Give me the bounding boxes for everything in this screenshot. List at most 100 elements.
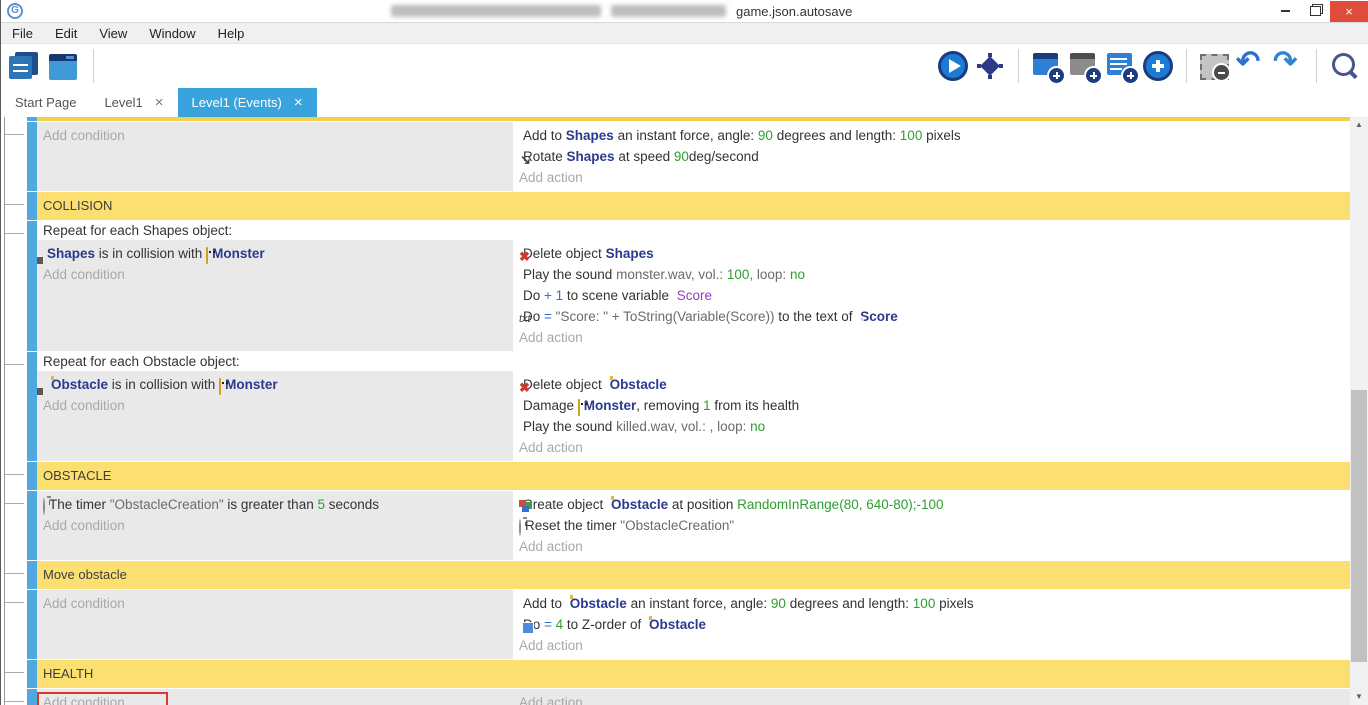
event-handle[interactable] [27,221,37,351]
scrollbar-thumb[interactable] [1351,390,1367,662]
gdevelop-logo-icon: G [7,3,23,19]
action-line[interactable]: Damage Monster, removing 1 from its heal… [513,395,1351,416]
add-action-button[interactable]: Add action [513,536,1351,557]
event-handle[interactable] [27,122,37,191]
event-row: Repeat for each Shapes object: Shapes is … [1,221,1351,351]
redo-icon[interactable] [1273,51,1303,81]
group-handle[interactable] [27,192,37,220]
foreach-header[interactable]: Repeat for each Shapes object: [37,221,1351,240]
remove-frame-icon[interactable] [1200,54,1229,80]
event-body: Obstacle is in collision with MonsterAdd… [37,371,1351,461]
menu-file[interactable]: File [1,26,44,41]
scene-editor-icon[interactable] [49,54,77,80]
close-button[interactable]: × [1330,1,1368,22]
event-block: Repeat for each Shapes object: Shapes is … [37,221,1351,351]
event-row: Repeat for each Obstacle object:Obstacle… [1,352,1351,461]
add-event-icon[interactable] [1032,51,1062,81]
action-line[interactable]: Do + 1 to scene variable Score [513,285,1351,306]
action-line[interactable]: Do = "Score: " + ToString(Variable(Score… [513,306,1351,327]
minimize-button[interactable] [1270,1,1300,22]
restore-button[interactable] [1300,1,1330,22]
actions-cell: Add to Obstacle an instant force, angle:… [513,590,1351,659]
group-handle[interactable] [27,561,37,589]
events-sheet: Add conditionAdd to Shapes an instant fo… [1,117,1368,705]
group-header[interactable]: Move obstacle [37,561,1351,589]
menu-edit[interactable]: Edit [44,26,88,41]
add-action-button[interactable]: Add action [513,167,1351,188]
undo-icon[interactable] [1236,51,1266,81]
action-line[interactable]: Delete object Shapes [513,243,1351,264]
action-line[interactable]: Play the sound monster.wav, vol.: 100, l… [513,264,1351,285]
actions-cell: Add to Shapes an instant force, angle: 9… [513,122,1351,191]
debug-icon[interactable] [975,51,1005,81]
window-title-text: game.json.autosave [736,4,852,19]
group-handle[interactable] [27,462,37,490]
actions-cell: Delete object ObstacleDamage Monster, re… [513,371,1351,461]
toolbar-right [938,49,1360,83]
event-handle[interactable] [27,352,37,461]
actions-cell: Add action [513,689,1351,705]
condition-line[interactable]: Obstacle is in collision with Monster [37,374,513,395]
tab-close-icon[interactable]: × [294,94,303,111]
event-handle[interactable] [27,689,37,705]
timer-icon [519,519,521,536]
conditions-cell: Obstacle is in collision with MonsterAdd… [37,371,513,461]
menu-help[interactable]: Help [207,26,256,41]
add-condition-button[interactable]: Add condition [37,593,513,614]
add-action-button[interactable]: Add action [513,327,1351,348]
tab-start-page[interactable]: Start Page [1,88,90,117]
vertical-scrollbar[interactable]: ▲ ▼ [1350,117,1368,705]
menu-window[interactable]: Window [138,26,206,41]
search-icon[interactable] [1330,51,1360,81]
event-body: The timer "ObstacleCreation" is greater … [37,491,1351,560]
tab-level1[interactable]: Level1 × [90,88,177,117]
tab-level1-events[interactable]: Level1 (Events) × [178,88,317,117]
add-condition-button[interactable]: Add condition [37,692,513,705]
add-subevent-icon[interactable] [1069,51,1099,81]
foreach-header[interactable]: Repeat for each Obstacle object: [37,352,1351,371]
scroll-down-icon[interactable]: ▼ [1350,689,1368,705]
group-header[interactable]: HEALTH [37,660,1351,688]
project-manager-icon[interactable] [9,52,39,80]
event-group-row: HEALTH [1,660,1351,688]
add-condition-button[interactable]: Add condition [37,264,513,285]
play-icon[interactable] [938,51,968,81]
group-handle[interactable] [27,660,37,688]
condition-line[interactable]: The timer "ObstacleCreation" is greater … [37,494,513,515]
event-block: Add conditionAdd action [37,689,1351,705]
event-handle[interactable] [27,491,37,560]
menu-view[interactable]: View [88,26,138,41]
action-line[interactable]: Add to Obstacle an instant force, angle:… [513,593,1351,614]
add-action-button[interactable]: Add action [513,692,1351,705]
conditions-cell: The timer "ObstacleCreation" is greater … [37,491,513,560]
add-condition-button[interactable]: Add condition [37,395,513,416]
add-action-button[interactable]: Add action [513,437,1351,458]
add-action-button[interactable]: Add action [513,635,1351,656]
add-condition-button[interactable]: Add condition [37,515,513,536]
event-handle[interactable] [27,590,37,659]
scroll-up-icon[interactable]: ▲ [1350,117,1368,133]
conditions-cell: Add condition [37,122,513,191]
action-line[interactable]: Do = 4 to Z-order of Obstacle [513,614,1351,635]
action-line[interactable]: Reset the timer "ObstacleCreation" [513,515,1351,536]
condition-line[interactable]: Shapes is in collision with Monster [37,243,513,264]
add-circle-icon[interactable] [1143,51,1173,81]
group-header[interactable]: COLLISION [37,192,1351,220]
action-line[interactable]: Create object Obstacle at position Rando… [513,494,1351,515]
action-line[interactable]: Rotate Shapes at speed 90deg/second [513,146,1351,167]
redacted-title-text [391,5,601,17]
toolbar-separator [1186,49,1187,83]
tree-connector [1,462,27,490]
action-line[interactable]: Play the sound killed.wav, vol.: , loop:… [513,416,1351,437]
action-line[interactable]: Delete object Obstacle [513,374,1351,395]
tab-close-icon[interactable]: × [155,94,164,111]
tree-connector [1,590,27,659]
tree-connector [1,660,27,688]
action-line[interactable]: Add to Shapes an instant force, angle: 9… [513,125,1351,146]
add-comment-icon[interactable] [1106,51,1136,81]
group-header[interactable]: OBSTACLE [37,462,1351,490]
window-controls: × [1270,0,1368,22]
event-group-row: Move obstacle [1,561,1351,589]
add-condition-button[interactable]: Add condition [37,125,513,146]
tree-connector [1,192,27,220]
